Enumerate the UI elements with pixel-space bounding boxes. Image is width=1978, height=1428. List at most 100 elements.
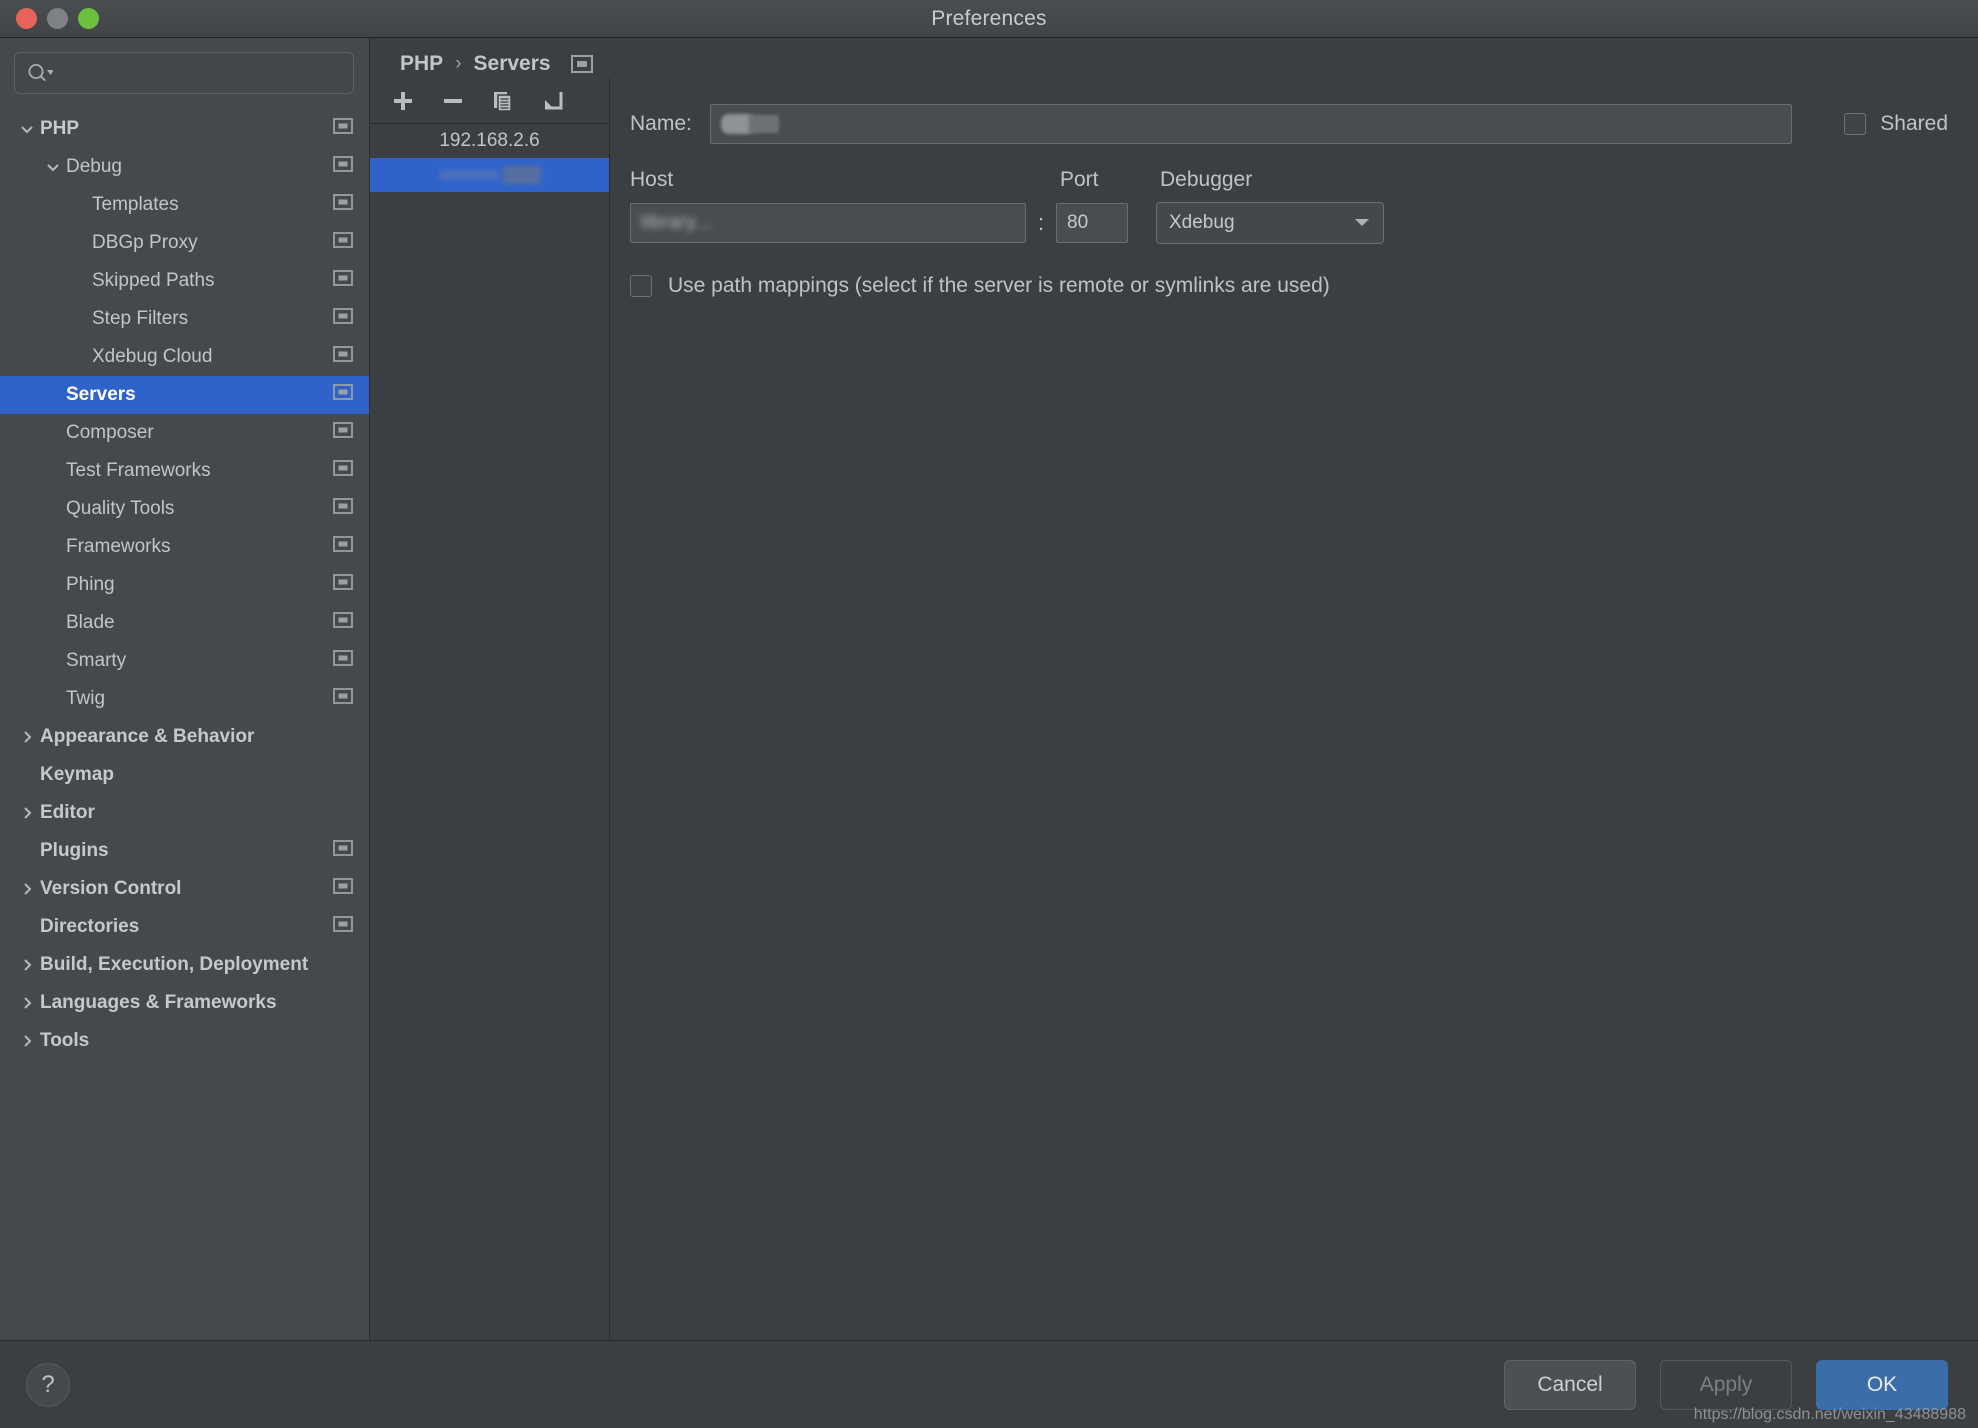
sidebar-item-label: Servers [66, 384, 136, 405]
sidebar-item-step-filters[interactable]: Step Filters [0, 300, 369, 338]
sidebar-item-label: Frameworks [66, 536, 171, 557]
sidebar-item-dbgp-proxy[interactable]: DBGp Proxy [0, 224, 369, 262]
settings-badge-icon [333, 878, 353, 900]
settings-badge-icon [333, 156, 353, 178]
sidebar-item-phing[interactable]: Phing [0, 566, 369, 604]
breadcrumb-root[interactable]: PHP [400, 52, 443, 76]
sidebar-item-tools[interactable]: Tools [0, 1022, 369, 1060]
settings-badge-icon [333, 916, 353, 938]
sidebar-item-twig[interactable]: Twig [0, 680, 369, 718]
sidebar-item-label: Languages & Frameworks [40, 992, 277, 1013]
add-server-button[interactable] [388, 86, 418, 116]
breadcrumb: PHP › Servers [370, 38, 1978, 78]
port-input[interactable]: 80 [1056, 203, 1128, 243]
chevron-right-icon[interactable] [14, 957, 40, 973]
shared-checkbox[interactable] [1844, 113, 1867, 135]
server-list-item[interactable]: 192.168.2.6 [370, 124, 609, 158]
name-row: Name: Shared [630, 104, 1948, 144]
settings-badge-icon [333, 688, 353, 710]
host-port-debugger-fields: library... : 80 Xdebug [630, 202, 1948, 244]
chevron-right-icon[interactable] [14, 729, 40, 745]
sidebar-item-label: Tools [40, 1030, 90, 1051]
sidebar-item-editor[interactable]: Editor [0, 794, 369, 832]
ok-button[interactable]: OK [1816, 1359, 1948, 1410]
breadcrumb-settings-badge-icon[interactable] [570, 55, 593, 73]
host-input[interactable]: library... [630, 203, 1026, 243]
debugger-value: Xdebug [1169, 212, 1235, 233]
sidebar-item-appearance-behavior[interactable]: Appearance & Behavior [0, 718, 369, 756]
maximize-window-button[interactable] [78, 8, 99, 29]
settings-sidebar: PHP Debug Templates DBGp Proxy Skipped Paths… [0, 38, 370, 1340]
server-list-item[interactable] [370, 158, 609, 192]
port-value: 80 [1067, 212, 1089, 233]
redaction-block-icon [438, 170, 499, 180]
window-title: Preferences [931, 6, 1047, 30]
settings-badge-icon [333, 574, 353, 596]
chevron-right-icon[interactable] [14, 995, 40, 1011]
chevron-right-icon[interactable] [14, 805, 40, 821]
minimize-window-button[interactable] [47, 8, 68, 29]
sidebar-item-label: Version Control [40, 878, 182, 899]
settings-badge-icon [333, 536, 353, 558]
cancel-button[interactable]: Cancel [1504, 1359, 1636, 1410]
sidebar-item-servers[interactable]: Servers [0, 376, 369, 414]
titlebar: Preferences [0, 0, 1978, 38]
sidebar-item-label: Editor [40, 802, 95, 823]
preferences-window: Preferences PHP Debug Templates DBGp Proxy S [0, 0, 1978, 1428]
sidebar-item-version-control[interactable]: Version Control [0, 870, 369, 908]
server-detail-form: Name: Shared Host Port Debugger library.… [610, 78, 1978, 1340]
debugger-label: Debugger [1160, 168, 1253, 191]
chevron-down-icon[interactable] [40, 159, 66, 175]
debugger-select[interactable]: Xdebug [1156, 202, 1384, 244]
close-window-button[interactable] [16, 8, 37, 29]
sidebar-item-smarty[interactable]: Smarty [0, 642, 369, 680]
shared-checkbox-group[interactable]: Shared [1844, 112, 1948, 136]
remove-server-button[interactable] [438, 86, 468, 116]
sidebar-item-frameworks[interactable]: Frameworks [0, 528, 369, 566]
chevron-down-icon[interactable] [14, 121, 40, 137]
sidebar-item-label: Build, Execution, Deployment [40, 954, 309, 975]
sidebar-item-blade[interactable]: Blade [0, 604, 369, 642]
sidebar-item-templates[interactable]: Templates [0, 186, 369, 224]
apply-button[interactable]: Apply [1660, 1359, 1792, 1410]
sidebar-item-keymap[interactable]: Keymap [0, 756, 369, 794]
server-list[interactable]: 192.168.2.6 [370, 124, 609, 1340]
settings-badge-icon [333, 232, 353, 254]
sidebar-item-plugins[interactable]: Plugins [0, 832, 369, 870]
host-port-debugger-labels: Host Port Debugger [630, 168, 1948, 192]
host-value: library... [641, 212, 713, 233]
port-label: Port [1060, 168, 1099, 191]
sidebar-item-label: Appearance & Behavior [40, 726, 255, 747]
path-mappings-group[interactable]: Use path mappings (select if the server … [630, 274, 1948, 298]
search-box[interactable] [14, 52, 354, 94]
sidebar-item-php[interactable]: PHP [0, 110, 369, 148]
search-icon [27, 63, 53, 83]
server-list-item-label: 192.168.2.6 [439, 130, 540, 151]
sidebar-item-quality-tools[interactable]: Quality Tools [0, 490, 369, 528]
sidebar-item-label: Directories [40, 916, 140, 937]
sidebar-item-debug[interactable]: Debug [0, 148, 369, 186]
path-mappings-label: Use path mappings (select if the server … [668, 274, 1330, 297]
sidebar-item-composer[interactable]: Composer [0, 414, 369, 452]
sidebar-item-label: Templates [92, 194, 179, 215]
settings-badge-icon [333, 270, 353, 292]
name-value-redacted [720, 114, 779, 134]
sidebar-item-label: Composer [66, 422, 154, 443]
sidebar-item-test-frameworks[interactable]: Test Frameworks [0, 452, 369, 490]
sidebar-item-xdebug-cloud[interactable]: Xdebug Cloud [0, 338, 369, 376]
import-server-button[interactable] [538, 86, 568, 116]
sidebar-item-directories[interactable]: Directories [0, 908, 369, 946]
chevron-right-icon[interactable] [14, 1033, 40, 1049]
copy-server-button[interactable] [488, 86, 518, 116]
sidebar-item-languages-frameworks[interactable]: Languages & Frameworks [0, 984, 369, 1022]
chevron-right-icon[interactable] [14, 881, 40, 897]
name-input[interactable] [709, 104, 1793, 144]
sidebar-item-label: Step Filters [92, 308, 189, 329]
sidebar-item-build-execution-deployment[interactable]: Build, Execution, Deployment [0, 946, 369, 984]
path-mappings-checkbox[interactable] [630, 275, 652, 297]
sidebar-item-label: DBGp Proxy [92, 232, 198, 253]
search-input[interactable] [59, 63, 341, 83]
sidebar-item-skipped-paths[interactable]: Skipped Paths [0, 262, 369, 300]
help-button[interactable]: ? [26, 1362, 70, 1407]
sidebar-item-label: Blade [66, 612, 115, 633]
